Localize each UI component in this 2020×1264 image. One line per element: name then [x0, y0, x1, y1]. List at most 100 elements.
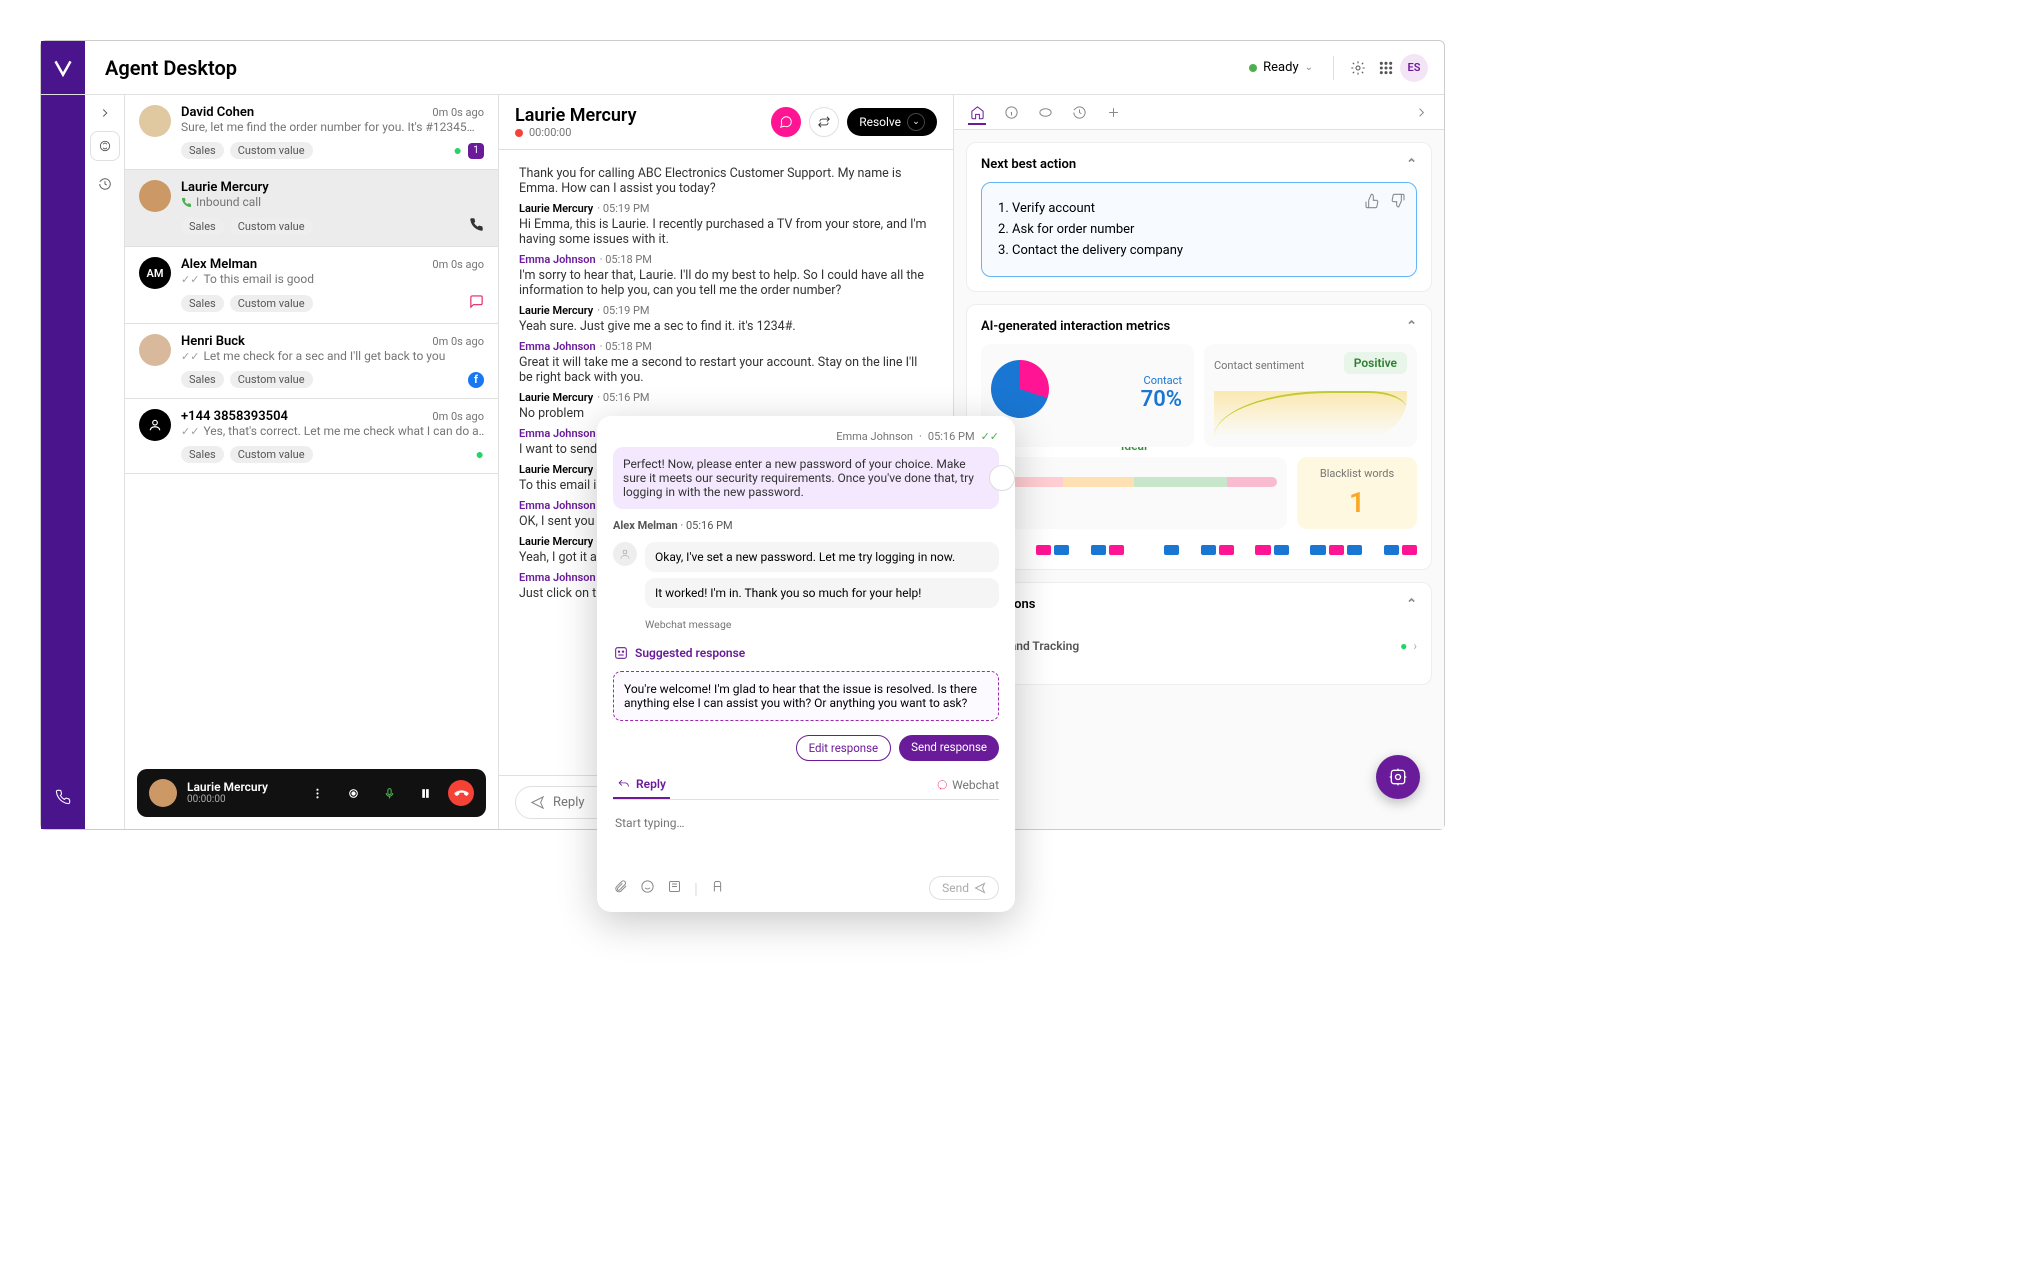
call-more-button[interactable] — [304, 780, 330, 806]
person-icon — [613, 542, 637, 566]
attachment-icon[interactable] — [613, 879, 628, 898]
conversation-item[interactable]: +144 38583935040m 0s ago✓✓Yes, that's co… — [125, 399, 498, 474]
collapse-button[interactable] — [90, 103, 120, 123]
conversation-item[interactable]: Henri Buck 0m 0s ago✓✓Let me check for a … — [125, 324, 498, 399]
avatar — [139, 105, 171, 137]
agent-bubble: Perfect! Now, please enter a new passwor… — [613, 447, 999, 509]
conversation-item[interactable]: Laurie MercuryInbound callSalesCustom va… — [125, 170, 498, 247]
sentiment-chart: Contact sentiment Positive — [1204, 344, 1417, 447]
tag: Custom value — [230, 371, 313, 388]
conversation-item[interactable]: David Cohen 0m 0s agoSure, let me find th… — [125, 95, 498, 170]
conv-time: 0m 0s ago — [432, 335, 484, 348]
tab-history[interactable] — [1070, 103, 1088, 121]
conv-name: David Cohen — [181, 105, 254, 120]
presence-status[interactable]: Ready ⌄ — [1239, 56, 1323, 79]
context-panel: Next best action ⌃ Verify accountAsk for … — [954, 95, 1444, 829]
call-hangup-button[interactable] — [448, 780, 474, 806]
conv-time: 0m 0s ago — [432, 106, 484, 119]
tag: Custom value — [230, 218, 313, 235]
message-input[interactable]: Start typing… — [613, 810, 999, 866]
chevron-up-icon[interactable]: ⌃ — [1406, 319, 1417, 334]
tag: Custom value — [230, 295, 313, 312]
settings-button[interactable] — [1344, 54, 1372, 82]
user-avatar[interactable]: ES — [1400, 54, 1428, 82]
call-avatar — [149, 779, 177, 807]
metrics-title: AI-generated interaction metrics — [981, 319, 1170, 334]
chat-channel-button[interactable] — [771, 107, 801, 137]
nba-title: Next best action — [981, 157, 1076, 172]
channel-selector[interactable]: Webchat — [936, 778, 999, 792]
customer-bubble: Okay, I've set a new password. Let me tr… — [645, 542, 999, 572]
blacklist-counter: Blacklist words 1 — [1297, 457, 1417, 529]
chevron-down-icon: ⌄ — [907, 113, 925, 131]
emoji-icon[interactable] — [640, 879, 655, 898]
double-check-icon: ✓✓ — [181, 425, 199, 438]
composer-popup: Emma Johnson·05:16 PM✓✓ Perfect! Now, pl… — [597, 416, 1015, 912]
ai-icon[interactable] — [90, 131, 120, 161]
avatar — [139, 180, 171, 212]
ai-assist-fab[interactable] — [1376, 755, 1420, 799]
customer-bubble: It worked! I'm in. Thank you so much for… — [645, 578, 999, 608]
history-icon[interactable] — [90, 169, 120, 199]
conversations-card: ersations⌃ 23 ance and Tracking 2022 ● › — [966, 582, 1432, 685]
context-tabs — [954, 95, 1444, 130]
resolve-button[interactable]: Resolve⌄ — [847, 108, 937, 136]
nba-item: Verify account — [1012, 201, 1404, 216]
conv-name: Alex Melman — [181, 257, 257, 272]
avatar — [139, 334, 171, 366]
tab-info[interactable] — [1002, 103, 1020, 121]
transfer-button[interactable] — [809, 107, 839, 137]
send-button[interactable]: Send — [929, 876, 999, 900]
conv-preview: Sure, let me find the order number for y… — [181, 120, 484, 134]
call-name: Laurie Mercury — [187, 780, 268, 794]
list-item[interactable]: 23 ance and Tracking 2022 ● › — [981, 622, 1417, 670]
nba-box: Verify accountAsk for order numberContac… — [981, 182, 1417, 277]
active-call-bar: Laurie Mercury 00:00:00 — [137, 769, 486, 817]
conv-time: 0m 0s ago — [432, 258, 484, 271]
chevron-up-icon[interactable]: ⌃ — [1406, 597, 1417, 612]
send-response-button[interactable]: Send response — [899, 735, 999, 761]
phone-rail-button[interactable] — [47, 781, 79, 813]
call-pause-button[interactable] — [412, 780, 438, 806]
call-duration: 00:00:00 — [187, 794, 268, 806]
call-mute-button[interactable] — [376, 780, 402, 806]
conversation-item[interactable]: AMAlex Melman0m 0s ago✓✓To this email is… — [125, 247, 498, 324]
conv-preview: Inbound call — [181, 195, 484, 209]
tab-add[interactable] — [1104, 103, 1122, 121]
conv-preview: ✓✓Let me check for a sec and I'll get ba… — [181, 349, 484, 363]
avatar — [139, 409, 171, 441]
nav-rail — [41, 95, 85, 829]
sentiment-value: Positive — [1344, 352, 1407, 374]
thumbs-down-icon[interactable] — [1390, 193, 1406, 213]
conv-time: 0m 0s ago — [432, 410, 484, 423]
apps-grid-button[interactable] — [1372, 54, 1400, 82]
sparkline — [1214, 391, 1407, 437]
tag: Sales — [181, 295, 224, 312]
chevron-down-icon: ⌄ — [1305, 62, 1313, 73]
format-icon[interactable] — [710, 879, 725, 898]
chat-icon — [469, 294, 484, 313]
call-record-button[interactable] — [340, 780, 366, 806]
tab-home[interactable] — [968, 107, 986, 125]
transcript-message: Laurie Mercury· 05:19 PMYeah sure. Just … — [519, 304, 933, 334]
tag: Custom value — [230, 446, 313, 463]
tag: Custom value — [230, 142, 313, 159]
thumbs-up-icon[interactable] — [1364, 193, 1380, 213]
tab-salesforce[interactable] — [1036, 103, 1054, 121]
page-title: Agent Desktop — [105, 56, 1239, 80]
transcript-message: Emma Johnson· 05:18 PMI'm sorry to hear … — [519, 253, 933, 298]
conv-preview: ✓✓To this email is good — [181, 272, 484, 286]
whatsapp-icon: ● — [1400, 639, 1407, 653]
template-icon[interactable] — [667, 879, 682, 898]
tab-expand[interactable] — [1412, 103, 1430, 121]
metrics-card: AI-generated interaction metrics ⌃ Contac… — [966, 304, 1432, 570]
transcript-message: Thank you for calling ABC Electronics Cu… — [519, 166, 933, 196]
whatsapp-icon: ● — [454, 142, 462, 159]
msg-time: 05:16 PM — [928, 430, 975, 443]
edit-response-button[interactable]: Edit response — [796, 735, 892, 761]
msg-author: Alex Melman — [613, 519, 678, 532]
conv-name: Henri Buck — [181, 334, 245, 349]
whatsapp-icon: ● — [476, 446, 484, 463]
chevron-up-icon[interactable]: ⌃ — [1406, 157, 1417, 172]
reply-tab[interactable]: Reply — [613, 771, 670, 799]
